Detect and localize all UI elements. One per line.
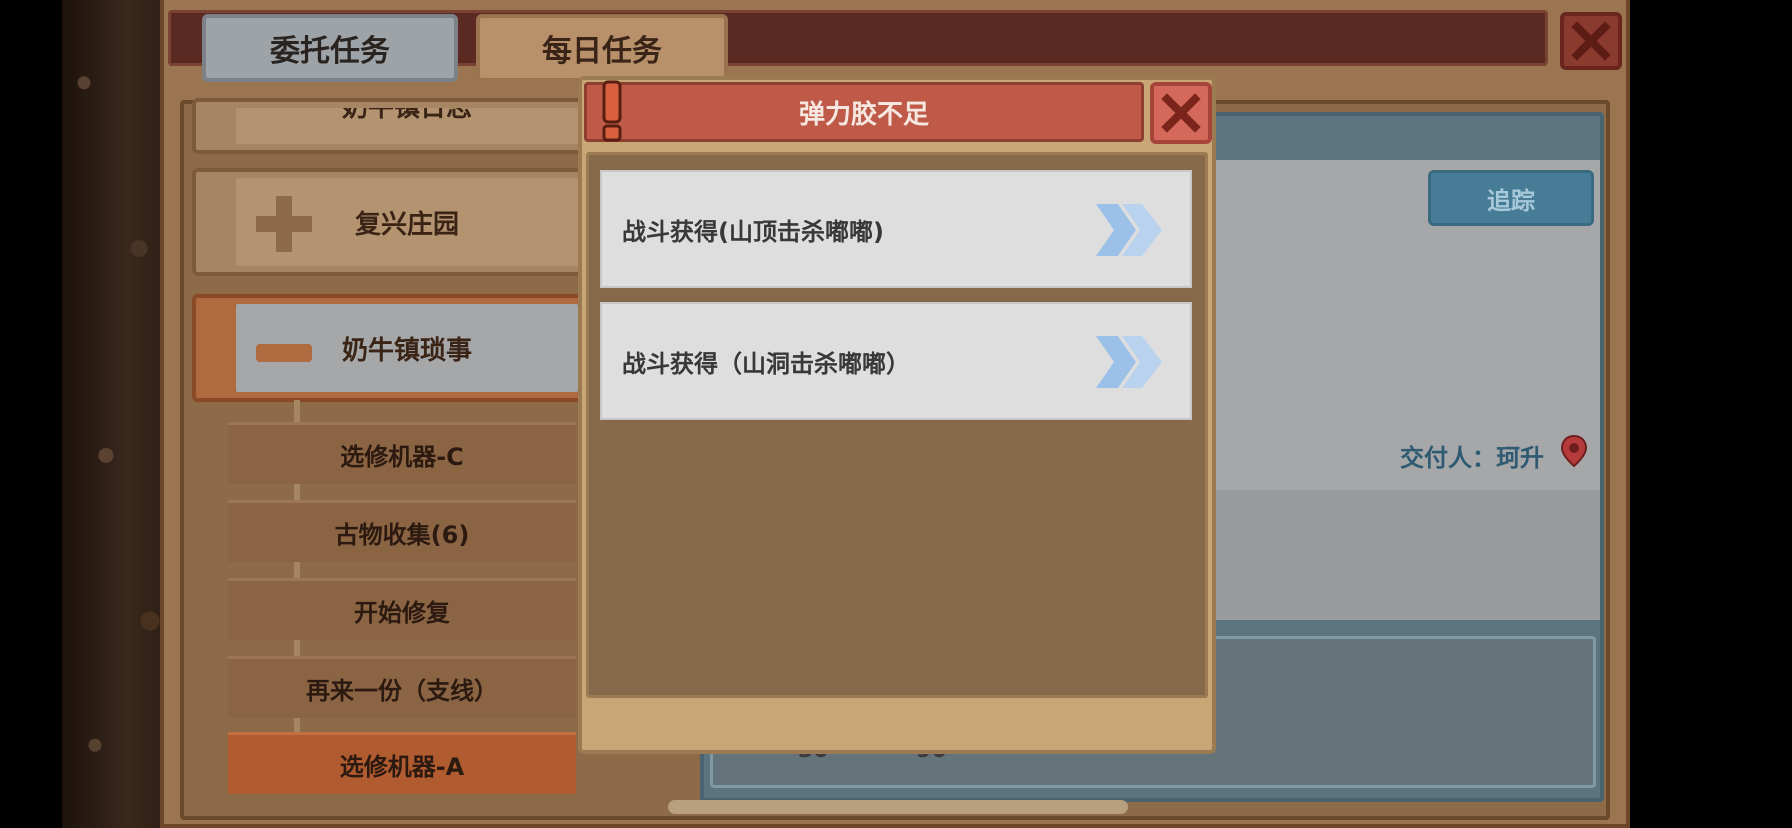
quest-item[interactable]: 选修机器-C	[228, 422, 576, 484]
quest-group-milk-town[interactable]: 奶牛镇琐事	[192, 294, 588, 402]
modal-close-button[interactable]	[1150, 82, 1212, 144]
quest-item[interactable]: 再来一份（支线）	[228, 656, 576, 718]
modal-title: 弹力胶不足	[584, 82, 1144, 142]
source-item[interactable]: 战斗获得（山洞击杀嘟嘟）	[600, 302, 1192, 420]
track-button[interactable]: 追踪	[1428, 170, 1594, 226]
tab-daily[interactable]: 每日任务	[476, 14, 728, 82]
double-chevron-right-icon	[1096, 336, 1162, 388]
quest-item[interactable]: 古物收集(6)	[228, 500, 576, 562]
game-stage: 委托任务 每日任务 奶牛镇日志 复兴庄园 奶牛镇琐事 选修机器-C 古物收集(6…	[0, 0, 1792, 828]
cave-wall-background	[62, 0, 172, 828]
expand-plus-icon	[256, 196, 312, 252]
close-icon	[1571, 21, 1611, 61]
quest-group-partial[interactable]: 奶牛镇日志	[192, 98, 588, 154]
quest-group-revive-farm[interactable]: 复兴庄园	[192, 168, 588, 276]
exclamation-icon	[602, 80, 622, 142]
double-chevron-right-icon	[1096, 204, 1162, 256]
close-window-button[interactable]	[1560, 12, 1622, 70]
issuer-label: 交付人：珂升	[1400, 444, 1544, 472]
close-icon	[1161, 93, 1201, 133]
source-item[interactable]: 战斗获得(山顶击杀嘟嘟)	[600, 170, 1192, 288]
quest-group-label: 奶牛镇日志	[236, 108, 578, 144]
horizontal-scrollbar[interactable]	[668, 800, 1128, 814]
tab-commission[interactable]: 委托任务	[202, 14, 458, 82]
source-label: 战斗获得（山洞击杀嘟嘟）	[622, 349, 910, 378]
collapse-minus-icon	[256, 344, 312, 362]
quest-item-selected[interactable]: 选修机器-A	[228, 732, 576, 794]
source-label: 战斗获得(山顶击杀嘟嘟)	[622, 217, 884, 246]
map-pin-icon[interactable]	[1560, 434, 1588, 468]
quest-item[interactable]: 开始修复	[228, 578, 576, 640]
